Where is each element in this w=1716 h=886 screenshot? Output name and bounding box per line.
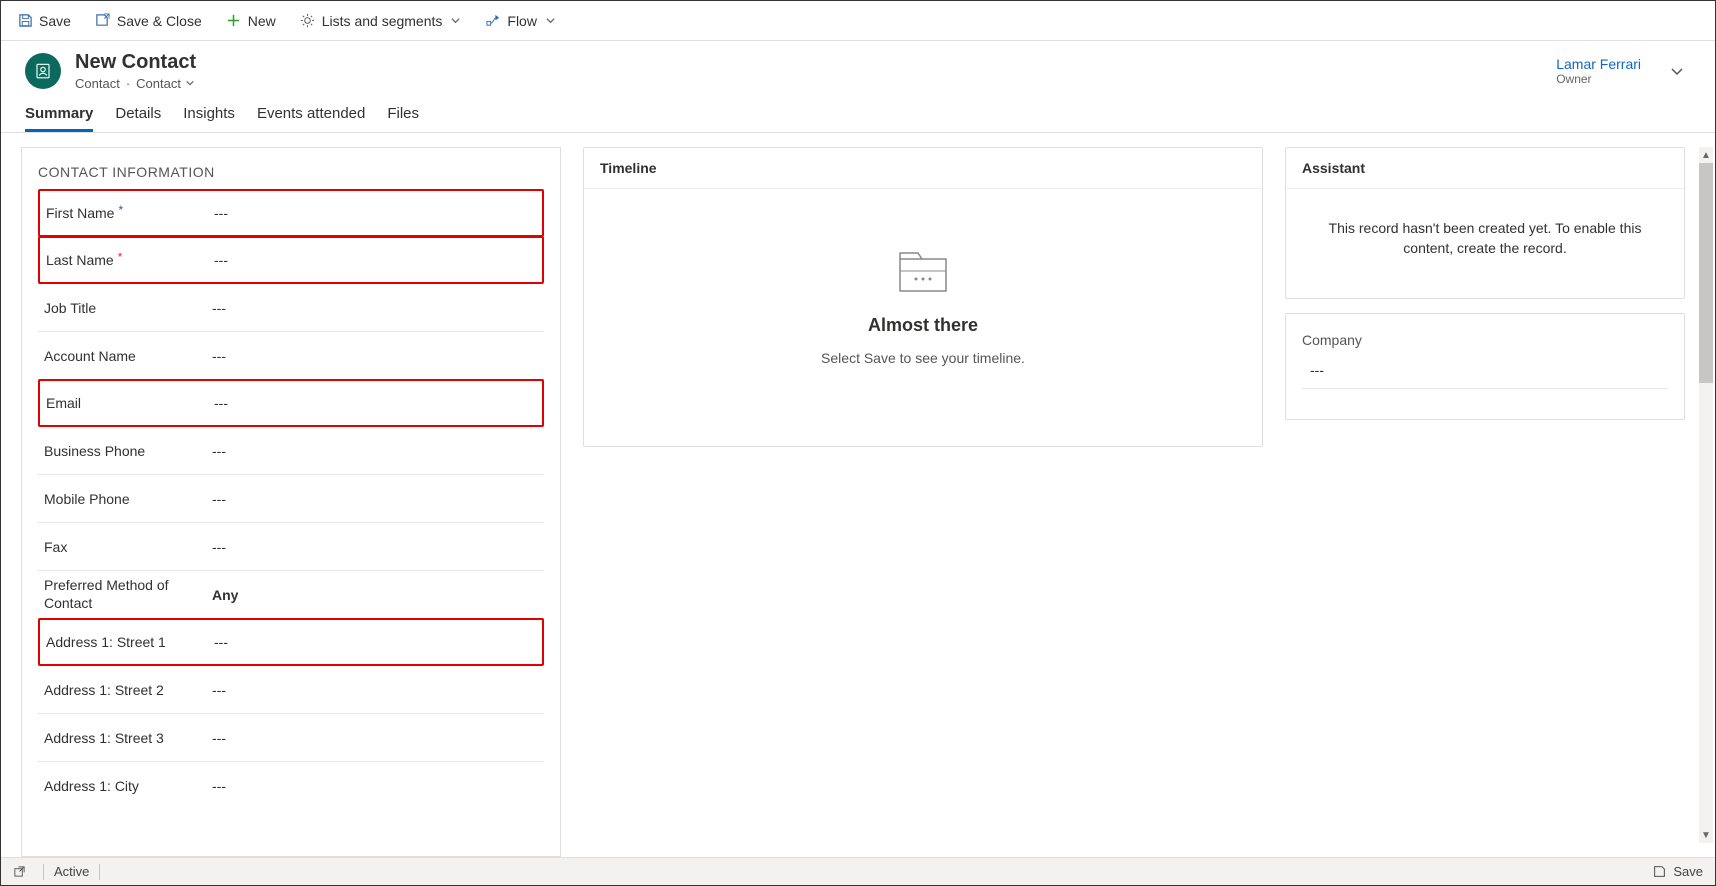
last-name-value: --- <box>210 252 542 268</box>
form-selector[interactable]: Contact <box>136 76 195 91</box>
section-title: CONTACT INFORMATION <box>38 164 544 180</box>
scroll-thumb[interactable] <box>1699 163 1713 383</box>
record-header: New Contact Contact · Contact Lamar Ferr… <box>1 41 1715 97</box>
job-title-field[interactable]: Job Title --- <box>38 284 544 332</box>
timeline-card: Timeline Almost there Select Save to see… <box>583 147 1263 447</box>
company-value-field[interactable]: --- <box>1302 362 1668 389</box>
chevron-down-icon <box>545 13 556 29</box>
tab-events-attended[interactable]: Events attended <box>257 97 365 132</box>
address1-street2-field[interactable]: Address 1: Street 2 --- <box>38 666 544 714</box>
business-phone-field[interactable]: Business Phone --- <box>38 427 544 475</box>
save-close-label: Save & Close <box>117 13 202 29</box>
contact-information-section: CONTACT INFORMATION First Name* --- Last… <box>21 147 561 857</box>
recommended-indicator: * <box>118 203 123 217</box>
timeline-title: Timeline <box>584 148 1262 189</box>
status-save-button[interactable]: Save <box>1673 864 1703 879</box>
scroll-down-arrow[interactable]: ▼ <box>1699 827 1713 843</box>
chevron-down-icon <box>185 76 195 91</box>
tab-summary[interactable]: Summary <box>25 97 93 132</box>
plus-icon <box>226 13 242 29</box>
status-text: Active <box>54 864 89 879</box>
scroll-up-arrow[interactable]: ▲ <box>1699 147 1713 163</box>
assistant-message: This record hasn't been created yet. To … <box>1286 189 1684 298</box>
status-bar: Active Save <box>1 857 1715 885</box>
popout-icon[interactable] <box>13 865 27 879</box>
timeline-subtext: Select Save to see your timeline. <box>821 350 1025 366</box>
entity-avatar <box>25 53 61 89</box>
folder-icon <box>896 249 950 297</box>
entity-name: Contact <box>75 76 120 91</box>
tab-files[interactable]: Files <box>387 97 419 132</box>
address1-street3-field[interactable]: Address 1: Street 3 --- <box>38 714 544 762</box>
form-name: Contact <box>136 76 181 91</box>
flow-icon <box>485 13 501 29</box>
email-field[interactable]: Email --- <box>38 379 544 427</box>
address1-city-field[interactable]: Address 1: City --- <box>38 762 544 810</box>
company-label: Company <box>1302 332 1668 348</box>
save-icon <box>17 13 33 29</box>
fax-field[interactable]: Fax --- <box>38 523 544 571</box>
tab-details[interactable]: Details <box>115 97 161 132</box>
save-button[interactable]: Save <box>13 9 75 33</box>
new-button[interactable]: New <box>222 9 280 33</box>
first-name-field[interactable]: First Name* --- <box>38 189 544 237</box>
tab-insights[interactable]: Insights <box>183 97 235 132</box>
header-expand-button[interactable] <box>1663 57 1691 85</box>
lists-label: Lists and segments <box>322 13 443 29</box>
assistant-title: Assistant <box>1286 148 1684 189</box>
required-indicator: * <box>118 250 123 264</box>
flow-label: Flow <box>507 13 537 29</box>
save-close-button[interactable]: Save & Close <box>91 9 206 33</box>
save-icon <box>1653 865 1667 879</box>
command-bar: Save Save & Close New Lists and segments <box>1 1 1715 41</box>
owner-name: Lamar Ferrari <box>1556 56 1641 72</box>
flow-button[interactable]: Flow <box>481 9 560 33</box>
chevron-down-icon <box>450 13 461 29</box>
gear-icon <box>300 13 316 29</box>
mobile-phone-field[interactable]: Mobile Phone --- <box>38 475 544 523</box>
company-card: Company --- <box>1285 313 1685 420</box>
owner-label: Owner <box>1556 72 1641 86</box>
account-name-field[interactable]: Account Name --- <box>38 332 544 380</box>
vertical-scrollbar[interactable]: ▲ ▼ <box>1699 147 1713 843</box>
timeline-heading: Almost there <box>868 315 978 336</box>
save-close-icon <box>95 13 111 29</box>
page-title: New Contact <box>75 51 196 74</box>
save-label: Save <box>39 13 71 29</box>
first-name-value: --- <box>210 205 542 221</box>
last-name-field[interactable]: Last Name* --- <box>38 236 544 284</box>
address1-street1-field[interactable]: Address 1: Street 1 --- <box>38 618 544 666</box>
new-label: New <box>248 13 276 29</box>
form-tabs: Summary Details Insights Events attended… <box>1 97 1715 133</box>
preferred-contact-field[interactable]: Preferred Method of Contact Any <box>38 571 544 619</box>
lists-segments-button[interactable]: Lists and segments <box>296 9 466 33</box>
owner-lookup[interactable]: Lamar Ferrari Owner <box>1556 56 1641 86</box>
assistant-card: Assistant This record hasn't been create… <box>1285 147 1685 299</box>
